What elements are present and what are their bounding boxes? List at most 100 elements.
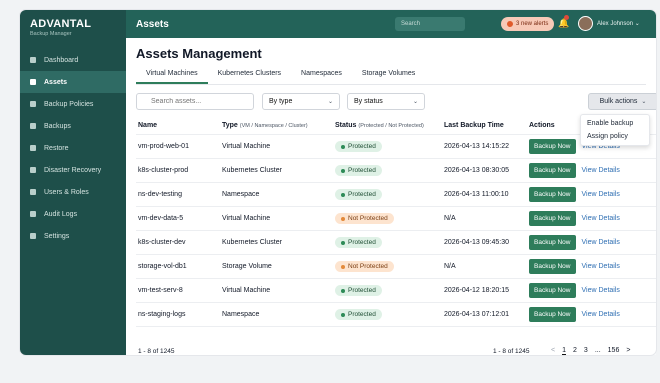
status-badge: Protected bbox=[335, 285, 382, 296]
brand: ADVANTAL Backup Manager bbox=[20, 10, 126, 43]
status-badge: Protected bbox=[335, 141, 382, 152]
status-label: Not Protected bbox=[348, 263, 388, 270]
status-filter[interactable]: By status ⌄ bbox=[347, 93, 425, 110]
col-type[interactable]: Type (VM / Namespace / Cluster) bbox=[222, 122, 335, 129]
status-label: Not Protected bbox=[348, 215, 388, 222]
sidebar-item-settings[interactable]: Settings bbox=[20, 225, 126, 247]
header-search-placeholder: Search bbox=[401, 21, 421, 27]
tab-namespaces[interactable]: Namespaces bbox=[291, 67, 352, 84]
backup-now-button[interactable]: Backup Now bbox=[529, 187, 576, 202]
bulk-actions-label: Bulk actions bbox=[599, 98, 638, 105]
tab-storage-volumes[interactable]: Storage Volumes bbox=[352, 67, 425, 84]
col-status-label: Status bbox=[335, 122, 357, 129]
sidebar-item-audit-logs[interactable]: Audit Logs bbox=[20, 203, 126, 225]
cell-last-backup: 2026-04-13 09:45:30 bbox=[444, 239, 509, 246]
page-link[interactable]: 156 bbox=[608, 347, 620, 355]
col-last-backup[interactable]: Last Backup Time bbox=[444, 122, 529, 129]
table-row[interactable]: vm-prod-web-01 Virtual Machine Protected 20… bbox=[136, 135, 656, 159]
table-row[interactable]: k8s-cluster-dev Kubernetes Cluster Protect… bbox=[136, 231, 656, 255]
header-search[interactable]: Search bbox=[395, 17, 465, 31]
table-header: Name Type (VM / Namespace / Cluster) Sta… bbox=[136, 117, 656, 135]
sidebar-item-assets[interactable]: Assets bbox=[20, 71, 126, 93]
view-details-link[interactable]: View Details bbox=[582, 215, 620, 222]
nav-icon bbox=[30, 233, 36, 239]
cell-name: vm-test-serv-8 bbox=[138, 287, 183, 294]
col-type-sub: (VM / Namespace / Cluster) bbox=[239, 123, 308, 129]
cell-last-backup: 2026-04-13 11:00:10 bbox=[444, 191, 509, 198]
page-link[interactable]: ... bbox=[595, 347, 601, 355]
sidebar-item-disaster-recovery[interactable]: Disaster Recovery bbox=[20, 159, 126, 181]
table-footer: 1 - 8 of 1245 1 - 8 of 1245 <1 2 3... 156 > bbox=[136, 345, 656, 355]
sidebar-item-label: Users & Roles bbox=[44, 188, 89, 196]
status-label: Protected bbox=[348, 239, 376, 246]
asset-tabs: Virtual Machines Kubernetes Clusters Names… bbox=[136, 67, 425, 84]
status-badge: Protected bbox=[335, 189, 382, 200]
table-row[interactable]: vm-dev-data-5 Virtual Machine Not Protecte… bbox=[136, 207, 656, 231]
sidebar-item-backup-policies[interactable]: Backup Policies bbox=[20, 93, 126, 115]
footer-count: 1 - 8 of 1245 bbox=[138, 348, 175, 355]
status-label: Protected bbox=[348, 167, 376, 174]
search-input[interactable] bbox=[136, 93, 254, 110]
table-row[interactable]: vm-test-serv-8 Virtual Machine Protected 20… bbox=[136, 279, 656, 303]
sidebar-item-restore[interactable]: Restore bbox=[20, 137, 126, 159]
type-filter[interactable]: By type ⌄ bbox=[262, 93, 340, 110]
view-details-link[interactable]: View Details bbox=[582, 167, 620, 174]
table-row[interactable]: ns-dev-testing Namespace Protected 2026-04-… bbox=[136, 183, 656, 207]
view-details-link[interactable]: View Details bbox=[582, 263, 620, 270]
header-title: Assets bbox=[136, 18, 169, 30]
status-badge: Not Protected bbox=[335, 213, 394, 224]
page-link[interactable]: 3 bbox=[584, 347, 588, 355]
tab-virtual-machines[interactable]: Virtual Machines bbox=[136, 67, 208, 84]
backup-now-button[interactable]: Backup Now bbox=[529, 139, 576, 154]
nav-icon bbox=[30, 79, 36, 85]
tab-kubernetes-clusters[interactable]: Kubernetes Clusters bbox=[208, 67, 291, 84]
cell-actions: Backup Now View Details bbox=[529, 259, 656, 274]
view-details-link[interactable]: View Details bbox=[582, 191, 620, 198]
assets-table: Name Type (VM / Namespace / Cluster) Sta… bbox=[136, 117, 656, 327]
page-link[interactable]: 1 bbox=[562, 347, 566, 355]
status-dot-icon bbox=[341, 264, 345, 269]
prev-page-icon[interactable]: < bbox=[551, 347, 555, 355]
page-link[interactable]: 2 bbox=[573, 347, 577, 355]
alert-icon bbox=[507, 21, 513, 27]
cell-name: vm-prod-web-01 bbox=[138, 143, 189, 150]
view-details-link[interactable]: View Details bbox=[582, 287, 620, 294]
backup-now-button[interactable]: Backup Now bbox=[529, 283, 576, 298]
backup-now-button[interactable]: Backup Now bbox=[529, 307, 576, 322]
table-row[interactable]: storage-vol-db1 Storage Volume Not Protect… bbox=[136, 255, 656, 279]
cell-name: vm-dev-data-5 bbox=[138, 215, 184, 222]
sidebar-nav: Dashboard Assets Backup Policies Backups Res… bbox=[20, 49, 126, 247]
status-dot-icon bbox=[341, 240, 345, 245]
backup-now-button[interactable]: Backup Now bbox=[529, 211, 576, 226]
bulk-actions-button[interactable]: Bulk actions ⌄ bbox=[588, 93, 656, 110]
col-status-sub: (Protected / Not Protected) bbox=[358, 123, 424, 129]
chevron-down-icon: ⌄ bbox=[327, 99, 333, 105]
next-page-icon[interactable]: > bbox=[626, 347, 630, 355]
nav-icon bbox=[30, 123, 36, 129]
backup-now-button[interactable]: Backup Now bbox=[529, 259, 576, 274]
sidebar-item-backups[interactable]: Backups bbox=[20, 115, 126, 137]
view-details-link[interactable]: View Details bbox=[582, 239, 620, 246]
cell-type: Namespace bbox=[222, 191, 260, 198]
table-row[interactable]: ns-staging-logs Namespace Protected 2026-04… bbox=[136, 303, 656, 327]
view-details-link[interactable]: View Details bbox=[582, 311, 620, 318]
status-badge: Protected bbox=[335, 165, 382, 176]
col-status[interactable]: Status (Protected / Not Protected) bbox=[335, 122, 444, 129]
cell-name: ns-staging-logs bbox=[138, 311, 186, 318]
sidebar-item-users-roles[interactable]: Users & Roles bbox=[20, 181, 126, 203]
cell-name: ns-dev-testing bbox=[138, 191, 182, 198]
menu-item-enable-backup[interactable]: Enable backup bbox=[581, 117, 649, 130]
avatar[interactable] bbox=[578, 16, 593, 31]
alerts-badge[interactable]: 3 new alerts bbox=[501, 17, 555, 31]
backup-now-button[interactable]: Backup Now bbox=[529, 163, 576, 178]
col-name[interactable]: Name bbox=[136, 122, 222, 129]
status-label: Protected bbox=[348, 143, 376, 150]
menu-item-assign-policy[interactable]: Assign policy bbox=[581, 130, 649, 143]
nav-icon bbox=[30, 211, 36, 217]
cell-actions: Backup Now View Details bbox=[529, 235, 656, 250]
sidebar-item-dashboard[interactable]: Dashboard bbox=[20, 49, 126, 71]
table-row[interactable]: k8s-cluster-prod Kubernetes Cluster Protec… bbox=[136, 159, 656, 183]
backup-now-button[interactable]: Backup Now bbox=[529, 235, 576, 250]
user-menu[interactable]: Alex Johnson ⌄ bbox=[597, 20, 640, 27]
cell-type: Storage Volume bbox=[222, 263, 272, 270]
